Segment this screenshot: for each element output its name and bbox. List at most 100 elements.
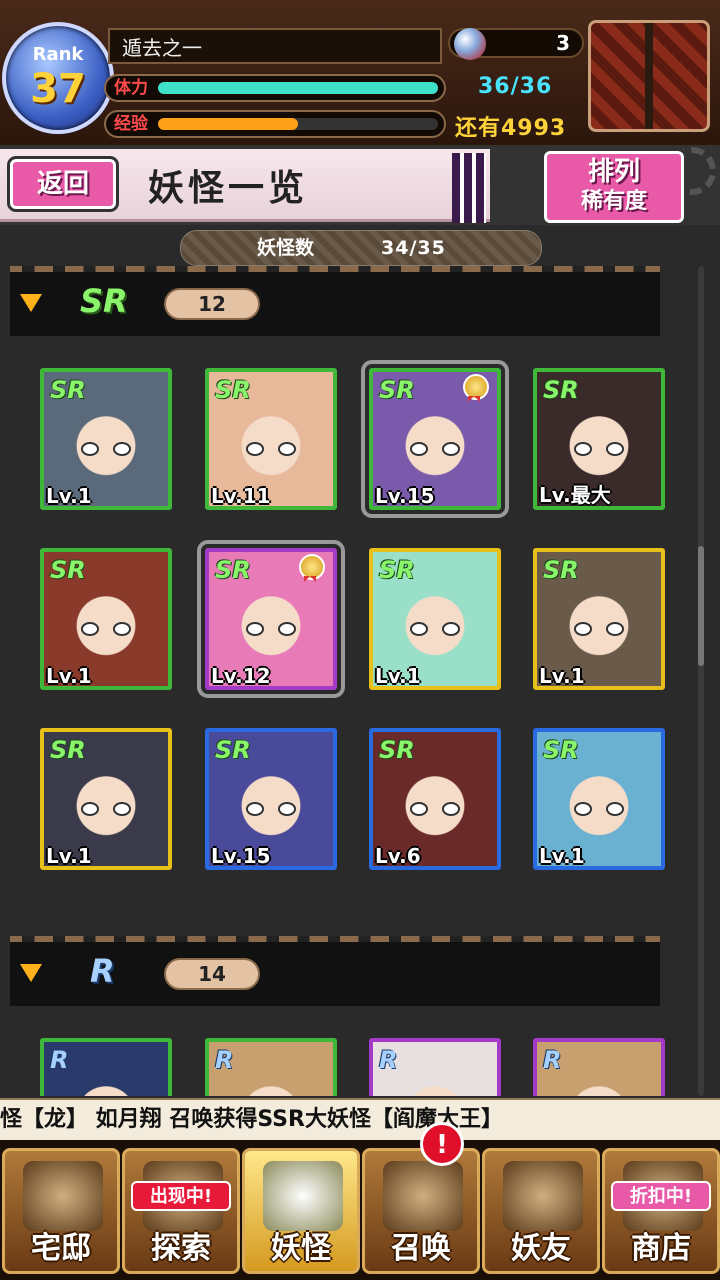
rarity-badge: SR bbox=[379, 736, 415, 764]
stamina-fill bbox=[158, 82, 438, 94]
portrait-eyes bbox=[574, 621, 624, 636]
yokai-count-label: 妖怪数 bbox=[257, 237, 315, 259]
section-header-sr[interactable]: SR 12 bbox=[10, 266, 660, 336]
rank-label: Rank bbox=[32, 44, 84, 65]
treasure-chest-icon[interactable] bbox=[588, 20, 710, 132]
yokai-card[interactable]: SR Lv.15 bbox=[205, 728, 337, 870]
orb-count: 3 bbox=[556, 31, 570, 55]
notification-badge: ! bbox=[420, 1122, 464, 1166]
yokai-card[interactable]: SR Lv.6 bbox=[369, 728, 501, 870]
portrait-eyes bbox=[246, 801, 296, 816]
rarity-badge: SR bbox=[543, 376, 579, 404]
nav-friend[interactable]: 妖友 bbox=[482, 1148, 600, 1274]
yokai-list[interactable]: SR 12 SR Lv.1 SR Lv.11 SR Lv.15 SR Lv.最大 SR Lv.1 SR L… bbox=[0, 266, 720, 1096]
spirit-orb-icon bbox=[454, 28, 486, 60]
nav-label: 商店 bbox=[631, 1231, 691, 1266]
section-header-r[interactable]: R 14 bbox=[10, 936, 660, 1006]
rarity-badge: R bbox=[379, 1046, 398, 1074]
sort-button[interactable]: 排列 稀有度 bbox=[541, 148, 687, 226]
yokai-card[interactable]: SR Lv.1 bbox=[40, 368, 172, 510]
orb-counter[interactable]: 3 bbox=[448, 28, 584, 60]
nav-explore[interactable]: 出现中! 探索 bbox=[122, 1148, 240, 1274]
yokai-card[interactable]: SR Lv.1 bbox=[369, 548, 501, 690]
page-header: 返回 妖怪一览 排列 稀有度 bbox=[0, 145, 720, 226]
decorative-stripe bbox=[452, 153, 486, 223]
card-level: Lv.1 bbox=[539, 664, 585, 688]
rarity-badge: SR bbox=[379, 376, 415, 404]
card-level: Lv.1 bbox=[46, 664, 92, 688]
nav-label: 召唤 bbox=[391, 1231, 451, 1266]
yokai-card[interactable]: R bbox=[533, 1038, 665, 1096]
portrait-eyes bbox=[410, 621, 460, 636]
yokai-card[interactable]: SR Lv.15 bbox=[361, 360, 509, 518]
nav-mansion[interactable]: 宅邸 bbox=[2, 1148, 120, 1274]
title-plate: 返回 妖怪一览 bbox=[0, 149, 490, 223]
rank-badge[interactable]: Rank 37 bbox=[2, 22, 114, 134]
section-rarity: R bbox=[90, 952, 115, 990]
portrait-eyes bbox=[574, 801, 624, 816]
section-count: 14 bbox=[164, 958, 260, 990]
exp-value: 还有4993 bbox=[455, 116, 567, 141]
sort-label: 排列 bbox=[587, 157, 640, 187]
yokai-card[interactable]: R bbox=[40, 1038, 172, 1096]
nav-label: 探索 bbox=[151, 1231, 211, 1266]
mansion-icon bbox=[23, 1161, 103, 1231]
sort-value: 稀有度 bbox=[580, 189, 647, 214]
scroll-thumb[interactable] bbox=[698, 546, 704, 666]
portrait-eyes bbox=[410, 801, 460, 816]
rarity-badge: SR bbox=[215, 736, 251, 764]
collapse-arrow-icon[interactable] bbox=[20, 294, 42, 312]
yokai-card[interactable]: SR Lv.12 bbox=[197, 540, 345, 698]
yokai-card[interactable]: SR Lv.11 bbox=[205, 368, 337, 510]
rarity-badge: R bbox=[50, 1046, 69, 1074]
rarity-badge: SR bbox=[543, 736, 579, 764]
collapse-arrow-icon[interactable] bbox=[20, 964, 42, 982]
yokai-scroll-icon bbox=[263, 1161, 343, 1231]
rarity-badge: R bbox=[543, 1046, 562, 1074]
portrait-eyes bbox=[81, 801, 131, 816]
friend-icon bbox=[503, 1161, 583, 1231]
stamina-bar: 体力 bbox=[104, 74, 446, 102]
nav-label: 宅邸 bbox=[31, 1231, 91, 1266]
card-level: Lv.11 bbox=[211, 484, 271, 508]
nav-tag: 折扣中! bbox=[611, 1181, 711, 1211]
player-name: 遁去之一 bbox=[108, 28, 442, 64]
card-level: Lv.1 bbox=[539, 844, 585, 868]
nav-pentagram[interactable]: 召唤 bbox=[362, 1148, 480, 1274]
yokai-card[interactable]: R bbox=[205, 1038, 337, 1096]
nav-label: 妖怪 bbox=[271, 1231, 331, 1266]
card-level: Lv.1 bbox=[46, 844, 92, 868]
rarity-badge: SR bbox=[215, 556, 251, 584]
card-level: Lv.1 bbox=[375, 664, 421, 688]
nav-yokai-scroll[interactable]: 妖怪 bbox=[242, 1148, 360, 1274]
yokai-card[interactable]: SR Lv.1 bbox=[533, 728, 665, 870]
nav-shop-orb[interactable]: 折扣中! 商店 bbox=[602, 1148, 720, 1274]
exp-label: 经验 bbox=[114, 114, 148, 134]
exp-fill bbox=[158, 118, 298, 130]
rarity-badge: SR bbox=[215, 376, 251, 404]
scrollbar[interactable] bbox=[698, 266, 704, 1096]
card-level: Lv.15 bbox=[375, 484, 435, 508]
yokai-card[interactable]: SR Lv.1 bbox=[40, 548, 172, 690]
card-level: Lv.最大 bbox=[539, 483, 611, 507]
yokai-card[interactable]: SR Lv.1 bbox=[533, 548, 665, 690]
section-rarity: SR bbox=[80, 282, 128, 320]
nav-label: 妖友 bbox=[511, 1231, 571, 1266]
yokai-card[interactable]: SR Lv.1 bbox=[40, 728, 172, 870]
card-level: Lv.6 bbox=[375, 844, 421, 868]
medal-icon bbox=[463, 374, 489, 402]
portrait-eyes bbox=[574, 441, 624, 456]
yokai-card[interactable]: SR Lv.最大 bbox=[533, 368, 665, 510]
rarity-badge: R bbox=[215, 1046, 234, 1074]
status-bar: Rank 37 遁去之一 体力 经验 3 36/36 还有4993 bbox=[0, 0, 720, 148]
exp-bar: 经验 bbox=[104, 110, 446, 138]
portrait-eyes bbox=[81, 621, 131, 636]
yokai-card[interactable]: R bbox=[369, 1038, 501, 1096]
back-button[interactable]: 返回 bbox=[7, 156, 119, 212]
nav-tag: 出现中! bbox=[131, 1181, 231, 1211]
medal-icon bbox=[299, 554, 325, 582]
yokai-count-bar: 妖怪数 34/35 bbox=[180, 230, 542, 266]
stamina-value: 36/36 bbox=[478, 74, 553, 99]
bottom-nav: 宅邸 出现中! 探索 妖怪 召唤 妖友 折扣中! 商店 bbox=[0, 1140, 720, 1280]
portrait-eyes bbox=[410, 441, 460, 456]
